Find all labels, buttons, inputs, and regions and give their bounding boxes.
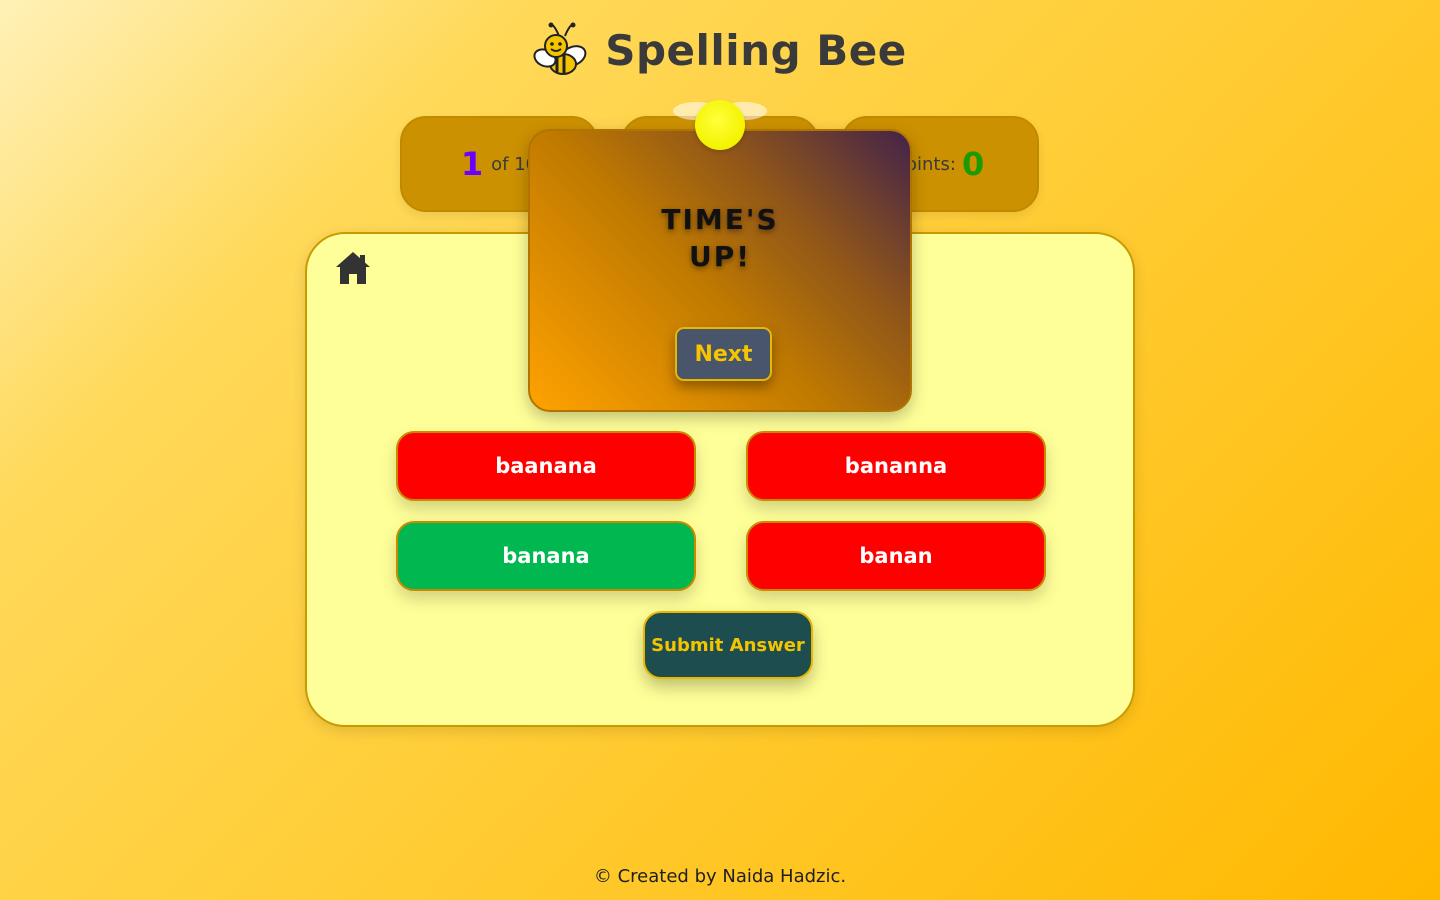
modal-title: TIME'S UP! (530, 201, 910, 275)
answer-option-4[interactable]: banan (746, 521, 1046, 591)
answer-option-3[interactable]: banana (396, 521, 696, 591)
times-up-modal: TIME'S UP! Next (528, 129, 912, 412)
answer-option-1[interactable]: baanana (396, 431, 696, 501)
answer-option-2[interactable]: bananna (746, 431, 1046, 501)
footer-credit: © Created by Naida Hadzic. (593, 866, 847, 887)
question-current-number: 1 (460, 145, 484, 183)
modal-pin-icon (695, 100, 745, 150)
submit-answer-button[interactable]: Submit Answer (643, 611, 813, 679)
home-icon[interactable] (334, 250, 372, 286)
modal-title-line-1: TIME'S (661, 203, 779, 236)
bee-icon (533, 22, 587, 75)
points-value: 0 (961, 145, 985, 183)
modal-title-line-2: UP! (688, 240, 752, 273)
page-title: Spelling Bee (605, 25, 907, 75)
header: Spelling Bee (0, 22, 1440, 78)
next-button[interactable]: Next (675, 327, 772, 381)
